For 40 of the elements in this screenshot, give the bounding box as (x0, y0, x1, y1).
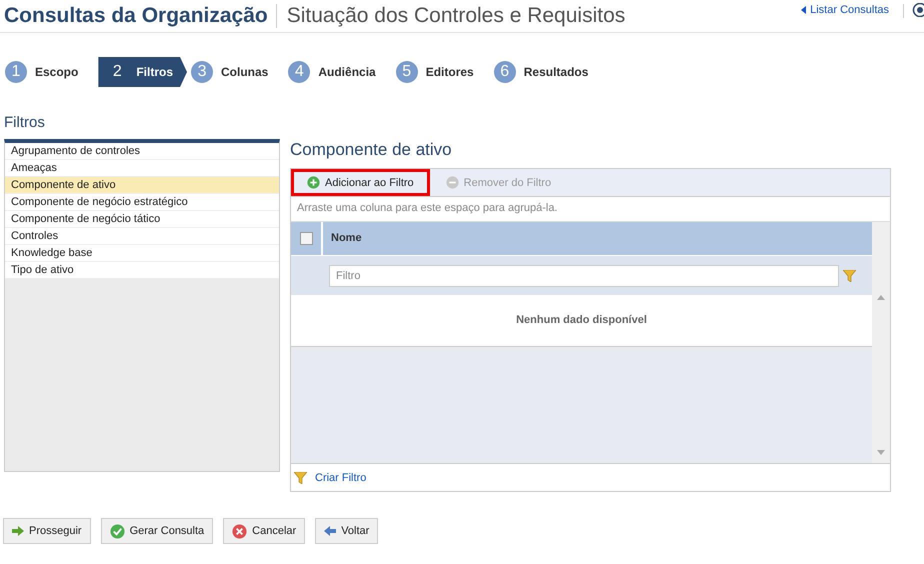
filter-list-item[interactable]: Componente de negócio tático (5, 211, 279, 228)
wizard-step[interactable]: 1 Escopo (5, 57, 78, 87)
section-title: Filtros (4, 114, 46, 131)
scroll-up-icon[interactable] (877, 295, 885, 300)
back-button[interactable]: Voltar (315, 518, 378, 544)
filter-list-item[interactable]: Tipo de ativo (5, 262, 279, 279)
plus-circle-icon (307, 176, 320, 189)
wizard-step[interactable]: 5 Editores (396, 57, 474, 87)
wizard-step[interactable]: 6 Resultados (494, 57, 588, 87)
close-circle-icon (232, 524, 248, 538)
check-circle-icon (110, 524, 125, 538)
right-arrow-icon (12, 526, 24, 536)
funnel-icon (843, 270, 856, 282)
page-title: Consultas da Organização (4, 4, 277, 28)
wizard-step[interactable]: 4 Audiência (288, 57, 376, 87)
proceed-button[interactable]: Prosseguir (3, 518, 91, 544)
funnel-icon (294, 472, 307, 484)
page-subtitle: Situação dos Controles e Requisitos (286, 4, 626, 28)
scroll-down-icon[interactable] (877, 450, 885, 455)
create-filter-link[interactable]: Criar Filtro (315, 472, 366, 484)
filter-input[interactable]: Filtro (329, 264, 839, 286)
panel-title: Componente de ativo (290, 140, 453, 161)
add-to-filter-button[interactable]: Adicionar ao Filtro (291, 169, 430, 196)
filter-list-item[interactable]: Knowledge base (5, 245, 279, 262)
cancel-button[interactable]: Cancelar (223, 518, 306, 544)
caret-icon (801, 6, 806, 14)
wizard-step[interactable]: 2 Filtros (98, 57, 188, 87)
left-arrow-icon (324, 526, 336, 536)
wizard-step[interactable]: 3 Colunas (191, 57, 268, 87)
select-all-checkbox[interactable] (300, 232, 312, 245)
column-header[interactable]: Nome (323, 222, 362, 255)
filter-list-item[interactable]: Componente de negócio estratégico (5, 194, 279, 211)
minus-circle-icon (446, 176, 459, 189)
filter-list-item[interactable]: Agrupamento de controles (5, 143, 279, 160)
filter-list-item[interactable]: Componente de ativo (5, 177, 279, 194)
generate-button[interactable]: Gerar Consulta (100, 518, 214, 544)
filter-list-item[interactable]: Controles (5, 228, 279, 245)
list-queries-link[interactable]: Listar Consultas (801, 4, 889, 16)
filter-list-item[interactable]: Ameaças (5, 160, 279, 177)
help-icon[interactable] (912, 3, 924, 17)
